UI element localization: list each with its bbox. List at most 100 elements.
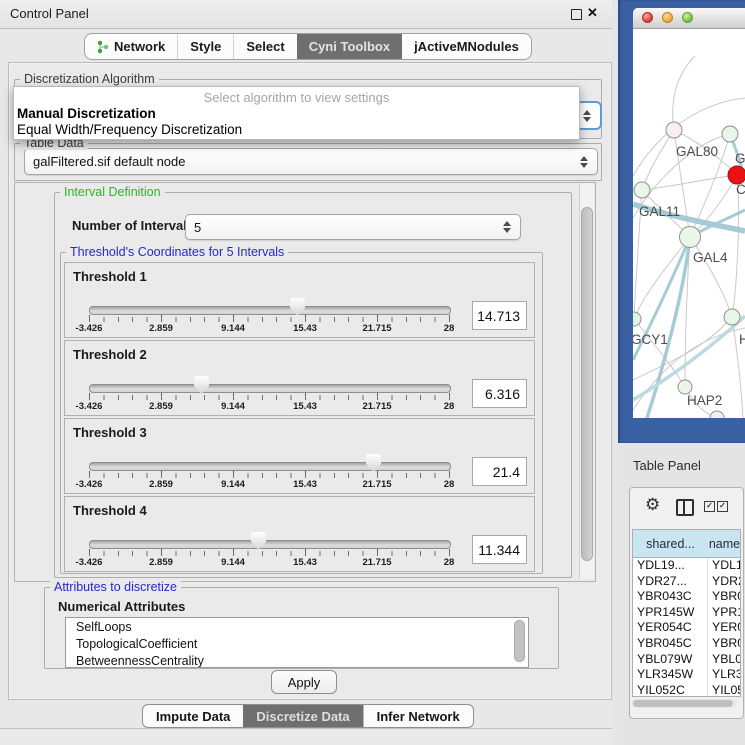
cell-name[interactable]: YER054C bbox=[708, 620, 740, 636]
network-window-titlebar[interactable] bbox=[633, 8, 745, 29]
cell-name[interactable]: YPR145W bbox=[708, 605, 740, 621]
control-panel-titlebar: Control Panel ✕ bbox=[0, 0, 612, 29]
tab-impute-data[interactable]: Impute Data bbox=[143, 705, 243, 727]
node-gcy1[interactable] bbox=[633, 312, 641, 326]
threshold-1-slider-track[interactable] bbox=[89, 306, 451, 315]
tab-style[interactable]: Style bbox=[177, 34, 233, 59]
node-label-gcy1: GCY1 bbox=[633, 332, 668, 347]
combo-spinner-icon bbox=[580, 156, 588, 168]
table-row[interactable]: YLR345W YLR345W bbox=[633, 667, 740, 683]
checkbox-icon[interactable]: ✓ bbox=[704, 501, 715, 512]
cell-name[interactable]: YDL19... bbox=[708, 558, 740, 574]
table-header: shared... name bbox=[633, 530, 740, 558]
cell-shared[interactable]: YBL079W bbox=[633, 652, 708, 668]
node-label-partial-h: H bbox=[739, 332, 745, 347]
apply-button[interactable]: Apply bbox=[271, 670, 337, 694]
table-row[interactable]: YDL19... YDL19... bbox=[633, 558, 740, 574]
popup-option-equal-width[interactable]: Equal Width/Frequency Discretization bbox=[17, 122, 242, 137]
zoom-traffic-light[interactable] bbox=[682, 12, 693, 23]
popup-option-manual-discretization[interactable]: Manual Discretization bbox=[17, 106, 156, 121]
node-label-partial-ga: GA bbox=[735, 151, 745, 166]
tab-label: Network bbox=[114, 39, 165, 54]
tick-label: -3.426 bbox=[76, 323, 103, 334]
tick-label: 2.859 bbox=[149, 401, 173, 412]
tick-marks bbox=[89, 317, 451, 322]
tab-cyni-toolbox[interactable]: Cyni Toolbox bbox=[297, 34, 402, 59]
minimize-traffic-light[interactable] bbox=[662, 12, 673, 23]
combo-spinner-icon bbox=[503, 221, 511, 233]
tick-labels: -3.426 2.859 9.144 15.43 21.715 28 bbox=[89, 323, 449, 334]
tab-select[interactable]: Select bbox=[233, 34, 296, 59]
float-window-icon[interactable] bbox=[571, 9, 582, 20]
scrollbar-thumb[interactable] bbox=[581, 207, 593, 561]
cell-name[interactable]: YDR27... bbox=[708, 574, 740, 590]
network-canvas[interactable]: GAL80 GA C GAL11 GAL4 GCY1 H HAP2 bbox=[633, 28, 745, 418]
threshold-2-slider-track[interactable] bbox=[89, 384, 451, 393]
column-header-shared-name[interactable]: shared... bbox=[633, 530, 709, 557]
gear-icon[interactable]: ⚙ bbox=[645, 495, 660, 515]
cell-name[interactable]: YBR045C bbox=[708, 636, 740, 652]
cell-shared[interactable]: YER054C bbox=[633, 620, 708, 636]
node-bottom[interactable] bbox=[710, 411, 724, 418]
tab-jactivemnodules[interactable]: jActiveMNodules bbox=[402, 34, 531, 59]
columns-icon[interactable] bbox=[676, 499, 694, 516]
threshold-3-value-input[interactable]: 21.4 bbox=[472, 457, 527, 486]
tab-discretize-data[interactable]: Discretize Data bbox=[243, 705, 362, 727]
threshold-3-slider-track[interactable] bbox=[89, 462, 451, 471]
table-row[interactable]: YDR27... YDR27... bbox=[633, 574, 740, 590]
cell-shared[interactable]: YDR27... bbox=[633, 574, 708, 590]
node-gal11[interactable] bbox=[634, 182, 650, 198]
table-data-combo-value: galFiltered.sif default node bbox=[33, 154, 185, 169]
close-traffic-light[interactable] bbox=[642, 12, 653, 23]
node-hap2[interactable] bbox=[678, 380, 692, 394]
cell-shared[interactable]: YDL19... bbox=[633, 558, 708, 574]
cell-shared[interactable]: YLR345W bbox=[633, 667, 708, 683]
cell-shared[interactable]: YIL052C bbox=[633, 683, 708, 696]
attributes-group-title: Attributes to discretize bbox=[50, 580, 181, 594]
tab-network[interactable]: Network bbox=[85, 34, 177, 59]
table-row[interactable]: YIL052C YIL052C bbox=[633, 683, 740, 696]
tick-label: 15.43 bbox=[293, 557, 317, 568]
cell-shared[interactable]: YBR043C bbox=[633, 589, 708, 605]
checkbox-icon[interactable]: ✓ bbox=[717, 501, 728, 512]
num-intervals-combo[interactable]: 5 bbox=[185, 214, 521, 240]
column-header-name[interactable]: name bbox=[709, 530, 740, 557]
tick-label: 2.859 bbox=[149, 479, 173, 490]
node-right[interactable] bbox=[724, 309, 740, 325]
tick-marks bbox=[89, 473, 451, 478]
cell-name[interactable]: YLR345W bbox=[708, 667, 740, 683]
attributes-list-scrollbar-thumb[interactable] bbox=[514, 620, 525, 662]
bottom-tab-bar: Impute Data Discretize Data Infer Networ… bbox=[142, 704, 474, 728]
top-tab-bar: Network Style Select Cyni Toolbox jActiv… bbox=[84, 33, 532, 60]
cell-name[interactable]: YIL052C bbox=[708, 683, 740, 696]
node-gal80[interactable] bbox=[666, 122, 682, 138]
node-gal4[interactable] bbox=[680, 227, 701, 248]
tick-label: 9.144 bbox=[221, 557, 245, 568]
table-hscrollbar-track[interactable] bbox=[632, 699, 737, 708]
cell-name[interactable]: YBR043C bbox=[708, 589, 740, 605]
cell-shared[interactable]: YBR045C bbox=[633, 636, 708, 652]
table-hscrollbar-thumb[interactable] bbox=[633, 700, 733, 707]
list-item-selfloops[interactable]: SelfLoops bbox=[66, 618, 528, 635]
table-row[interactable]: YBR043C YBR043C bbox=[633, 589, 740, 605]
popup-placeholder-option[interactable]: Select algorithm to view settings bbox=[14, 90, 579, 105]
node-top-right[interactable] bbox=[722, 126, 738, 142]
threshold-4-value-input[interactable]: 11.344 bbox=[472, 535, 527, 564]
cell-shared[interactable]: YPR145W bbox=[633, 605, 708, 621]
tick-label: 21.715 bbox=[362, 401, 391, 412]
table-data-combo[interactable]: galFiltered.sif default node bbox=[24, 148, 598, 175]
tick-label: 2.859 bbox=[149, 323, 173, 334]
table-row[interactable]: YER054C YER054C bbox=[633, 620, 740, 636]
table-row[interactable]: YPR145W YPR145W bbox=[633, 605, 740, 621]
close-icon[interactable]: ✕ bbox=[587, 5, 598, 21]
table-row[interactable]: YBL079W YBL079W bbox=[633, 652, 740, 668]
table-row[interactable]: YBR045C YBR045C bbox=[633, 636, 740, 652]
tab-infer-network[interactable]: Infer Network bbox=[363, 705, 473, 727]
threshold-1-value-input[interactable]: 14.713 bbox=[472, 301, 527, 330]
control-panel: Control Panel ✕ Network Style Select bbox=[0, 0, 612, 745]
threshold-2-value-input[interactable]: 6.316 bbox=[472, 379, 527, 408]
list-item-betweennesscentrality[interactable]: BetweennessCentrality bbox=[66, 652, 528, 668]
list-item-topologicalcoefficient[interactable]: TopologicalCoefficient bbox=[66, 635, 528, 652]
cell-name[interactable]: YBL079W bbox=[708, 652, 740, 668]
threshold-4-slider-track[interactable] bbox=[89, 540, 451, 549]
